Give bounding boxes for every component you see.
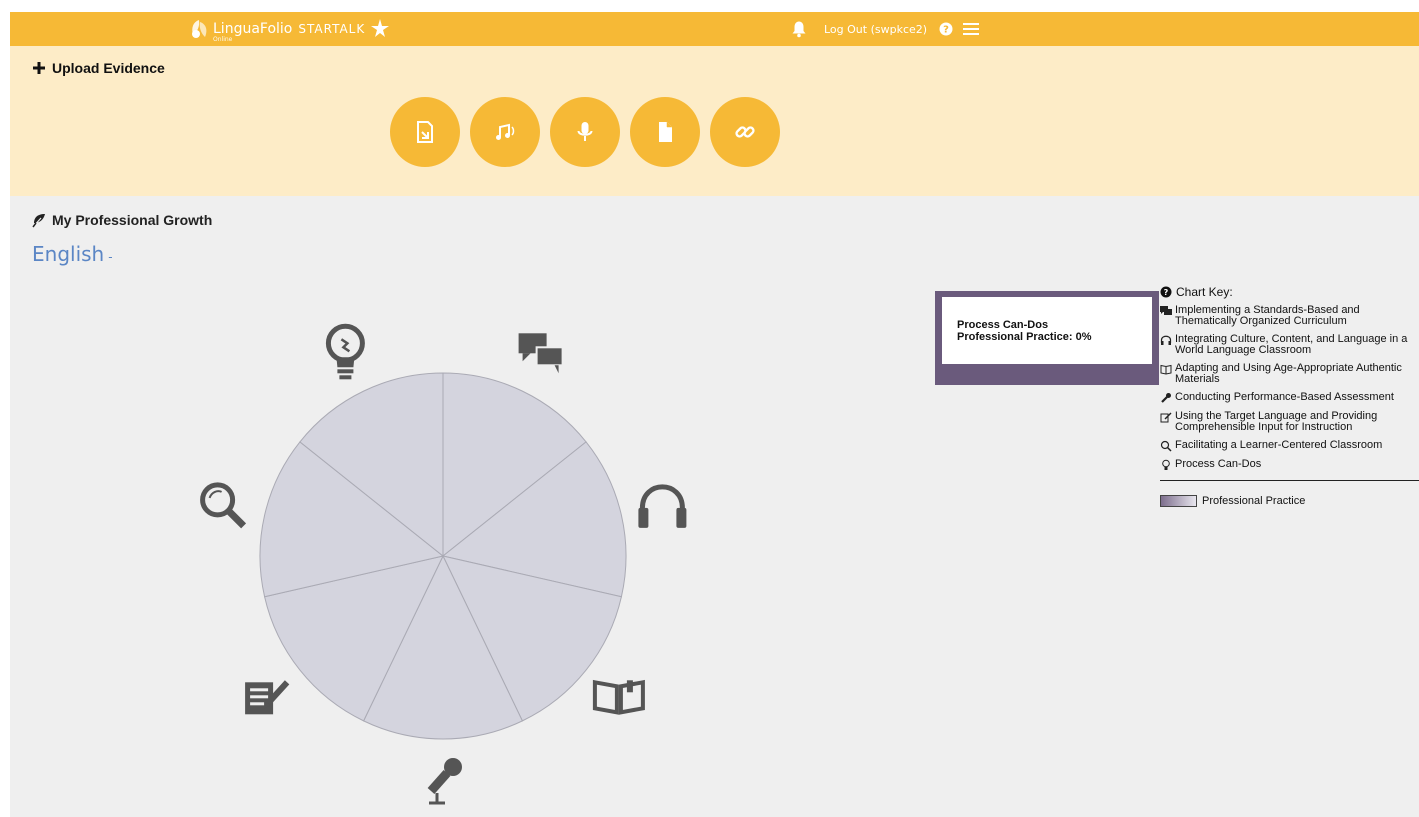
question-circle-icon: ? (1160, 286, 1172, 298)
edit-icon (1160, 412, 1172, 423)
professional-growth-wheel[interactable] (200, 312, 700, 812)
key-item-label: Process Can-Dos (1175, 458, 1262, 470)
file-upload-icon (417, 121, 433, 143)
upload-audio-button[interactable] (470, 97, 540, 167)
leaf-logo-icon (192, 20, 207, 38)
language-label: English (32, 242, 105, 266)
link-icon (735, 126, 755, 138)
search-icon (200, 482, 247, 529)
book-icon (1160, 364, 1172, 375)
top-bar: LinguaFolio Online STARTALK Log Out (swp… (10, 12, 1419, 46)
key-item-label: Adapting and Using Age-Appropriate Authe… (1175, 362, 1402, 385)
chart-key-label: Chart Key: (1176, 285, 1233, 299)
legend-professional-practice: Professional Practice (1160, 495, 1419, 507)
key-item-label: Facilitating a Learner-Centered Classroo… (1175, 439, 1383, 451)
hamburger-menu-icon[interactable] (963, 22, 980, 36)
logo-text: LinguaFolio Online (213, 21, 293, 43)
logo[interactable]: LinguaFolio Online STARTALK (188, 16, 393, 43)
language-selector[interactable]: English - (32, 242, 113, 266)
microphone-icon (427, 758, 462, 805)
edit-icon (245, 680, 290, 715)
logout-link[interactable]: Log Out (swpkce2) (824, 23, 927, 36)
upload-document-button[interactable] (630, 97, 700, 167)
professional-growth-label: My Professional Growth (52, 212, 213, 228)
add-link-button[interactable] (710, 97, 780, 167)
key-item-curriculum: Implementing a Standards-Based and Thema… (1160, 305, 1419, 327)
search-icon (1160, 440, 1172, 452)
key-item-assessment: Conducting Performance-Based Assessment (1160, 392, 1419, 404)
brand-name: STARTALK (298, 22, 366, 36)
star-logo-icon (371, 19, 390, 37)
upload-evidence-label: Upload Evidence (52, 60, 165, 76)
logo-subtitle: Online (213, 36, 233, 43)
key-item-label: Implementing a Standards-Based and Thema… (1175, 304, 1360, 327)
document-icon (659, 122, 672, 142)
headphones-icon (1160, 335, 1172, 345)
professional-growth-title: My Professional Growth (32, 212, 212, 228)
chart-key: ? Chart Key: Implementing a Standards-Ba… (1160, 285, 1419, 507)
legend-label: Professional Practice (1202, 495, 1306, 507)
key-item-learner-centered: Facilitating a Learner-Centered Classroo… (1160, 440, 1419, 452)
comments-icon (1160, 306, 1172, 315)
svg-text:?: ? (1164, 288, 1169, 297)
upload-evidence-panel: Upload Evidence (10, 46, 1419, 196)
chart-tooltip: Process Can-Dos Professional Practice: 0… (935, 291, 1159, 385)
book-icon (592, 679, 645, 715)
svg-text:?: ? (943, 25, 949, 36)
headphones-icon (638, 484, 687, 528)
chart-key-divider (1160, 480, 1419, 481)
key-item-label: Using the Target Language and Providing … (1175, 410, 1378, 433)
key-item-label: Conducting Performance-Based Assessment (1175, 391, 1394, 403)
upload-evidence-title[interactable]: Upload Evidence (32, 60, 165, 76)
plus-icon (33, 62, 45, 74)
microphone-icon (577, 122, 593, 141)
chart-key-title: ? Chart Key: (1160, 285, 1419, 299)
key-item-label: Integrating Culture, Content, and Langua… (1175, 333, 1408, 356)
bell-icon[interactable] (790, 20, 808, 38)
lightbulb-icon (1162, 459, 1170, 470)
record-audio-button[interactable] (550, 97, 620, 167)
language-caret: - (108, 250, 113, 264)
key-item-target-language: Using the Target Language and Providing … (1160, 411, 1419, 433)
lightbulb-icon (325, 323, 365, 380)
app-frame: LinguaFolio Online STARTALK Log Out (swp… (10, 12, 1419, 817)
chart-tooltip-content: Process Can-Dos Professional Practice: 0… (942, 297, 1152, 364)
top-right-nav: Log Out (swpkce2) ? (790, 12, 980, 46)
legend-swatch (1160, 495, 1197, 507)
help-icon[interactable]: ? (939, 22, 953, 36)
leaf-icon (32, 213, 45, 227)
key-item-materials: Adapting and Using Age-Appropriate Authe… (1160, 363, 1419, 385)
comments-icon (518, 333, 564, 374)
tooltip-category: Process Can-Dos (957, 319, 1049, 331)
music-icon (496, 123, 515, 140)
key-item-culture: Integrating Culture, Content, and Langua… (1160, 334, 1419, 356)
upload-file-button[interactable] (390, 97, 460, 167)
tooltip-value: Professional Practice: 0% (957, 331, 1092, 343)
microphone-icon (1161, 393, 1171, 403)
key-item-process: Process Can-Dos (1160, 459, 1419, 471)
logo-name: LinguaFolio (213, 21, 293, 37)
